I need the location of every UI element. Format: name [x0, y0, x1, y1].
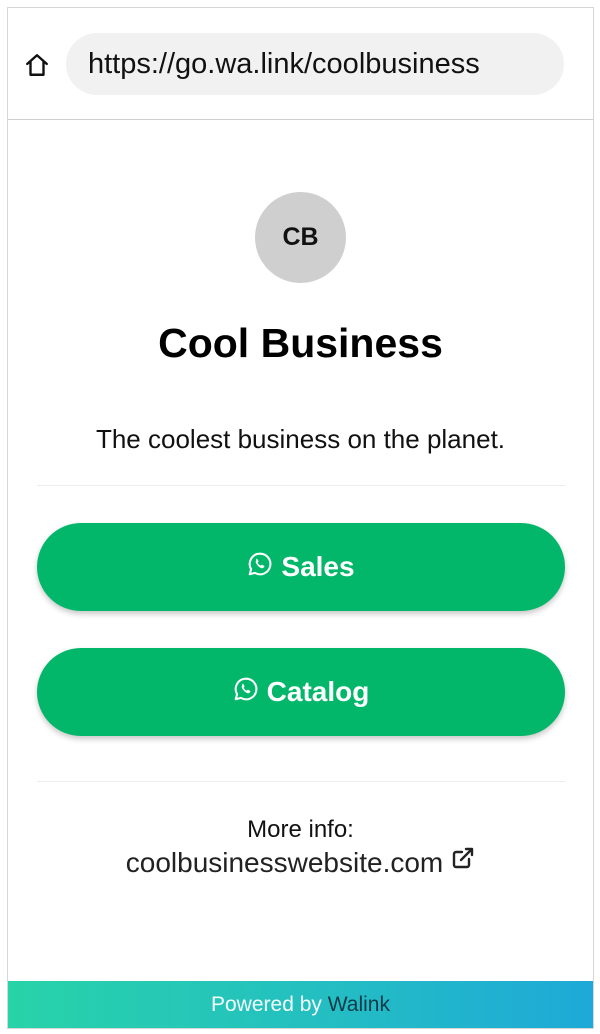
home-icon[interactable] — [24, 52, 50, 78]
divider — [37, 485, 565, 486]
avatar: CB — [255, 192, 346, 283]
catalog-button[interactable]: Catalog — [37, 648, 565, 736]
walink-brand-link[interactable]: Walink — [328, 993, 390, 1016]
sales-button[interactable]: Sales — [37, 523, 565, 611]
business-tagline: The coolest business on the planet. — [95, 424, 506, 454]
page-frame: https://go.wa.link/coolbusiness CB Cool … — [7, 7, 594, 1029]
footer-bar: Powered by Walink — [8, 981, 593, 1028]
website-row: coolbusinesswebsite.com — [8, 846, 593, 879]
website-link[interactable]: coolbusinesswebsite.com — [126, 847, 444, 878]
whatsapp-icon — [234, 677, 258, 701]
divider — [37, 781, 565, 782]
sales-button-label: Sales — [281, 551, 355, 582]
whatsapp-icon — [249, 552, 272, 576]
powered-by-text: Powered by — [211, 993, 322, 1016]
address-bar: https://go.wa.link/coolbusiness — [8, 8, 593, 120]
url-field[interactable]: https://go.wa.link/coolbusiness — [66, 33, 564, 95]
business-name: Cool Business — [158, 320, 443, 366]
external-link-icon[interactable] — [451, 846, 475, 870]
more-info-label: More info: — [247, 816, 354, 843]
catalog-button-label: Catalog — [266, 676, 370, 707]
